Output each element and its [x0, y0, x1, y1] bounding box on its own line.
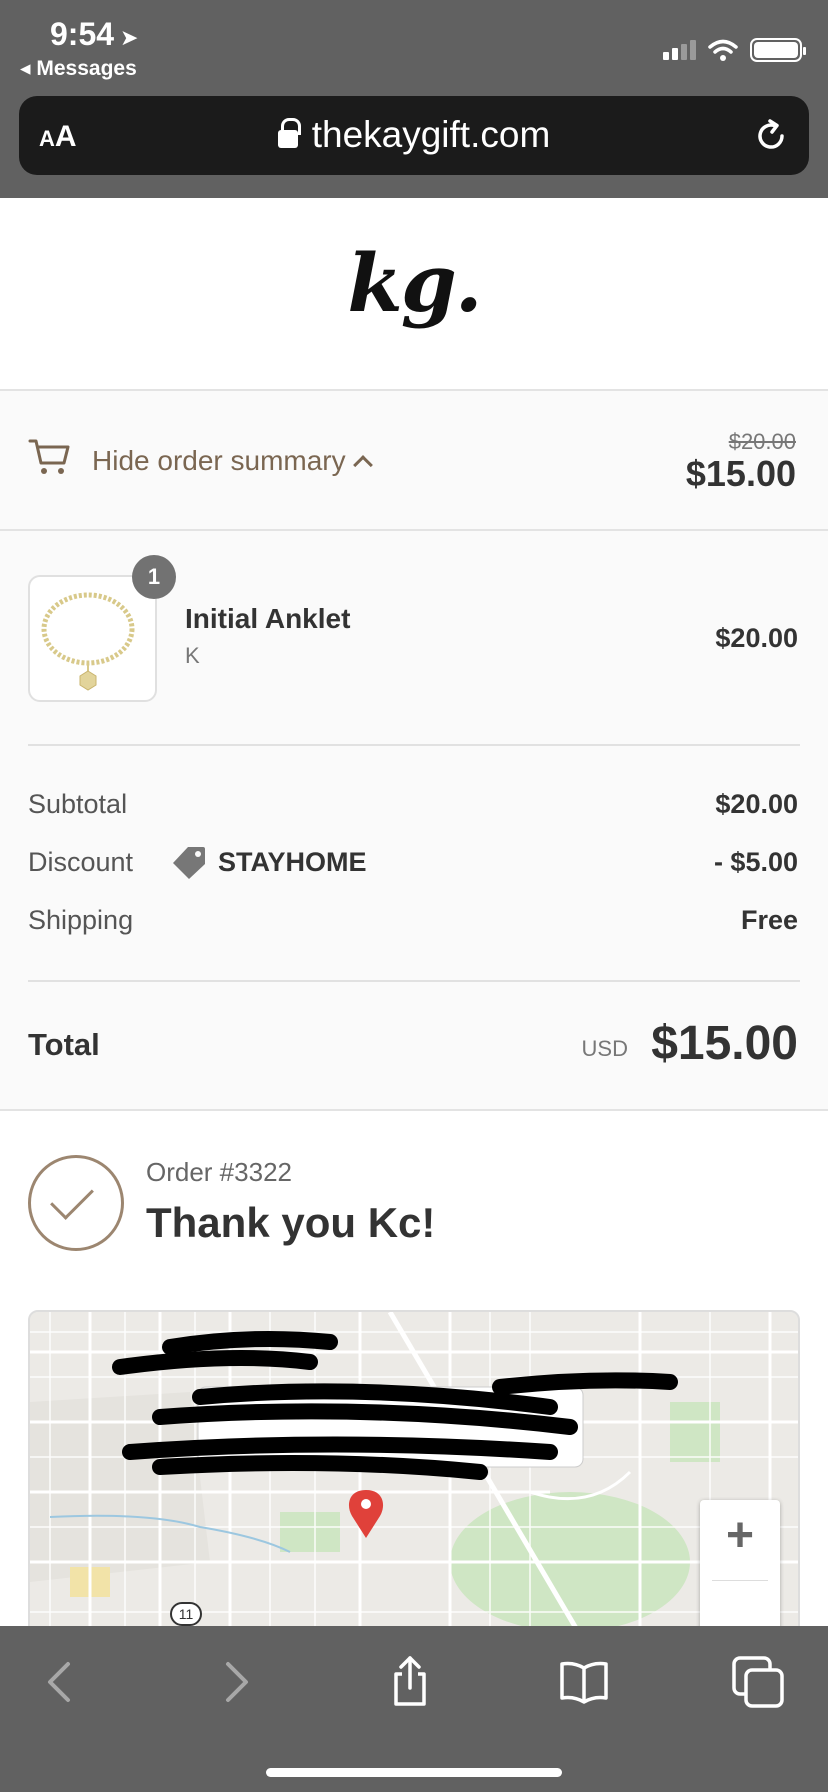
share-icon[interactable] [382, 1654, 438, 1710]
back-icon[interactable] [34, 1654, 90, 1710]
order-summary: 1 Initial Anklet K $20.00 Subtotal $20.0… [0, 531, 828, 1111]
divider [28, 744, 800, 746]
safari-top-chrome: 9:54 ➤ ◂ Messages AA thekaygift.com [0, 0, 828, 198]
toggle-label-text: Hide order summary [92, 445, 346, 476]
product-name: Initial Anklet [185, 603, 351, 634]
quantity-badge: 1 [132, 555, 176, 599]
chevron-up-icon [352, 455, 373, 475]
delivery-map[interactable]: 11 + [28, 1310, 800, 1650]
total-value: $15.00 [651, 1017, 798, 1070]
location-arrow-icon: ➤ [120, 25, 139, 50]
lock-icon [277, 118, 301, 148]
product-variant: K [185, 643, 200, 668]
reload-icon[interactable] [751, 116, 791, 156]
currency-code: USD [581, 1036, 628, 1061]
road-marker: 11 [170, 1602, 202, 1626]
zoom-in-button[interactable]: + [700, 1508, 780, 1563]
time-text: 9:54 [50, 16, 115, 52]
map-tiles [30, 1312, 798, 1648]
summary-total: $15.00 [685, 453, 796, 494]
wifi-icon [708, 39, 738, 61]
product-price: $20.00 [715, 623, 798, 653]
safari-bottom-toolbar [0, 1626, 828, 1792]
discount-label: Discount [28, 847, 134, 877]
order-summary-toggle[interactable]: Hide order summary $20.00 $15.00 [0, 391, 828, 531]
back-to-messages-link[interactable]: ◂ Messages [20, 56, 137, 81]
url-field[interactable]: thekaygift.com [19, 114, 809, 156]
subtotal-label: Subtotal [28, 789, 128, 819]
home-indicator [266, 1768, 562, 1777]
status-icons [663, 38, 806, 62]
cart-icon [28, 439, 70, 474]
status-time: 9:54 ➤ [50, 16, 138, 53]
total-label: Total [28, 1027, 100, 1062]
shipping-label: Shipping [28, 905, 134, 935]
checkmark-icon [28, 1155, 124, 1251]
url-text: thekaygift.com [311, 114, 551, 155]
order-confirmation: Order #3322 Thank you Kc! 11 + [0, 1111, 828, 1650]
thank-you-heading: Thank you Kc! [146, 1199, 436, 1246]
battery-icon [750, 38, 806, 62]
discount-code: STAYHOME [218, 847, 367, 877]
site-header: kg. [0, 198, 828, 391]
shipping-value: Free [740, 905, 798, 935]
signal-icon [663, 40, 696, 60]
forward-icon[interactable] [206, 1654, 262, 1710]
site-logo[interactable]: kg. [0, 236, 828, 330]
original-total: $20.00 [728, 429, 796, 454]
anklet-image [41, 592, 135, 691]
bookmarks-icon[interactable] [556, 1654, 612, 1710]
order-number: Order #3322 [146, 1157, 292, 1187]
hide-order-summary-link[interactable]: Hide order summary [92, 445, 373, 477]
address-bar[interactable]: AA thekaygift.com [19, 96, 809, 175]
discount-value: - $5.00 [713, 847, 798, 877]
divider [28, 980, 800, 982]
tabs-icon[interactable] [730, 1654, 786, 1710]
tag-icon [173, 847, 205, 879]
product-thumbnail [28, 575, 157, 702]
subtotal-value: $20.00 [715, 789, 798, 819]
